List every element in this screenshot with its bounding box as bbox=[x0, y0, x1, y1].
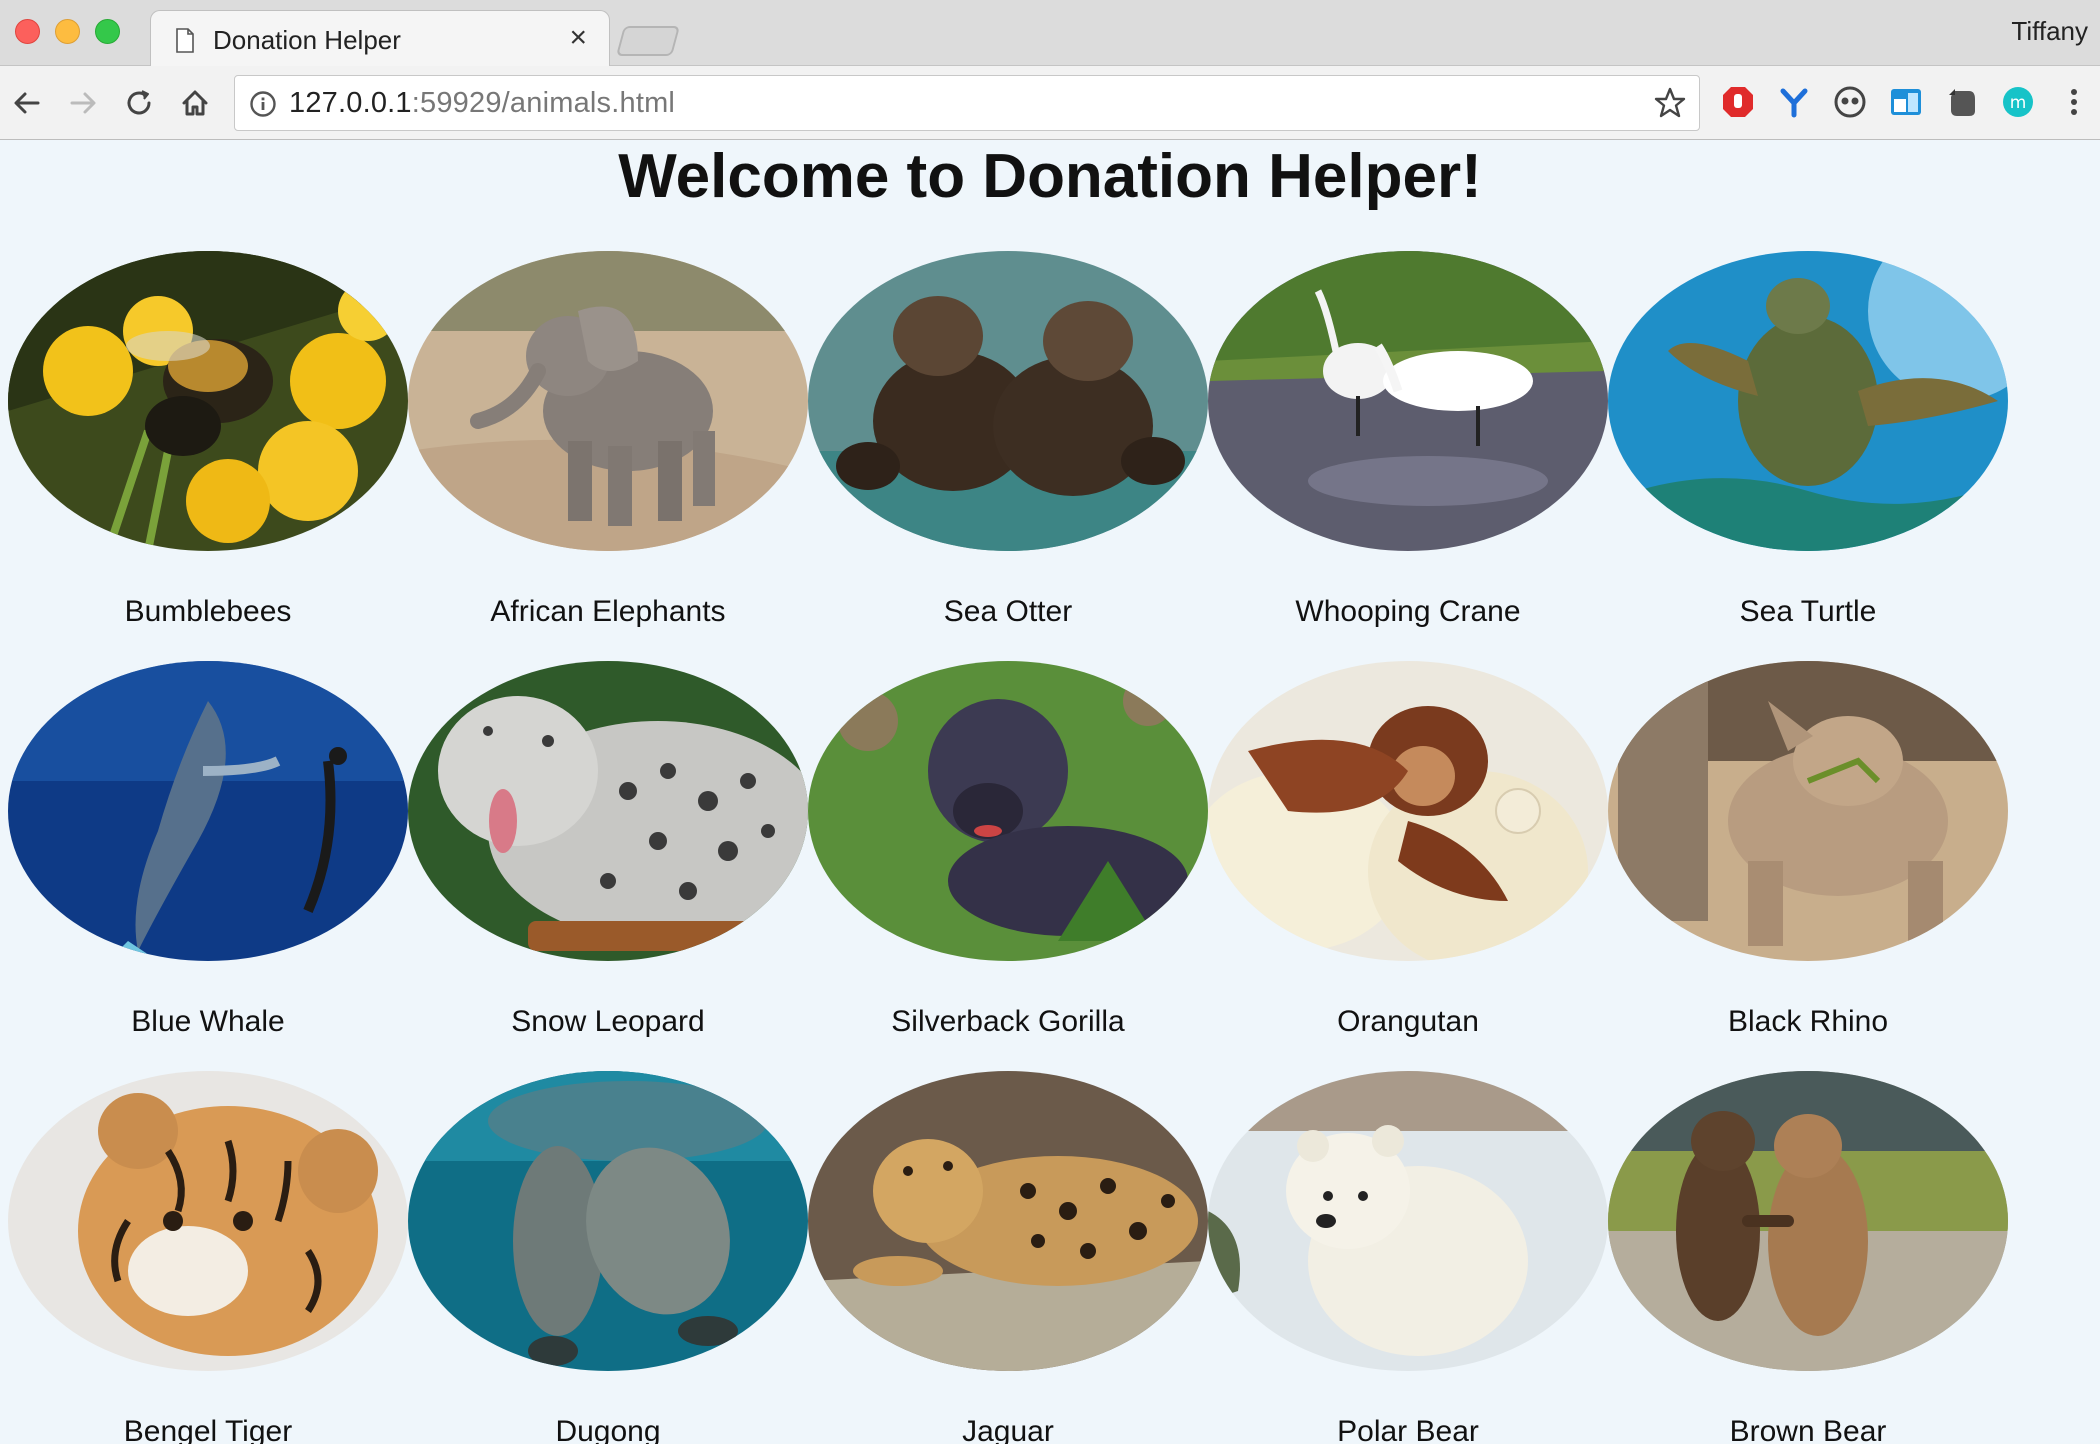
animal-name: Whooping Crane bbox=[1295, 595, 1521, 628]
star-icon[interactable] bbox=[1653, 86, 1687, 120]
brown-bear-photo[interactable] bbox=[1608, 1071, 2008, 1371]
svg-text:m: m bbox=[2010, 93, 2027, 113]
bengal-tiger-photo[interactable] bbox=[8, 1071, 408, 1371]
african-elephant-photo[interactable] bbox=[408, 251, 808, 551]
evernote-extension-icon[interactable] bbox=[1944, 84, 1980, 120]
page-viewport: Welcome to Donation Helper! Bumblebees A… bbox=[0, 141, 2100, 1444]
animal-name: Black Rhino bbox=[1727, 1005, 1889, 1038]
reload-icon bbox=[127, 90, 151, 115]
m-extension-icon[interactable]: m bbox=[2000, 84, 2036, 120]
black-rhino-photo[interactable] bbox=[1608, 661, 2008, 961]
sea-otter-photo[interactable] bbox=[808, 251, 1208, 551]
window-extension-icon[interactable] bbox=[1888, 84, 1924, 120]
animal-card-whooping-crane[interactable]: Whooping Crane bbox=[1208, 251, 1608, 651]
jaguar-photo[interactable] bbox=[808, 1071, 1208, 1371]
window-close-button[interactable] bbox=[15, 19, 40, 44]
whooping-crane-photo[interactable] bbox=[1208, 251, 1608, 551]
animal-name: Bengel Tiger bbox=[123, 1415, 293, 1444]
animal-card-brown-bear[interactable]: Brown Bear bbox=[1608, 1071, 2008, 1444]
window-maximize-button[interactable] bbox=[95, 19, 120, 44]
arrow-left-icon bbox=[14, 92, 40, 114]
url-path: :59929/animals.html bbox=[411, 87, 676, 119]
gorilla-photo[interactable] bbox=[808, 661, 1208, 961]
adblock-extension-icon[interactable] bbox=[1720, 84, 1756, 120]
animal-name: Snow Leopard bbox=[511, 1005, 705, 1038]
orangutan-photo[interactable] bbox=[1208, 661, 1608, 961]
polar-bear-photo[interactable] bbox=[1208, 1071, 1608, 1371]
animal-card-sea-otter[interactable]: Sea Otter bbox=[808, 251, 1208, 651]
animal-card-polar-bear[interactable]: Polar Bear bbox=[1208, 1071, 1608, 1444]
address-bar[interactable]: 127.0.0.1:59929/animals.html bbox=[234, 75, 1700, 131]
home-button[interactable] bbox=[174, 82, 216, 124]
url-host: 127.0.0.1 bbox=[289, 87, 412, 119]
back-button[interactable] bbox=[6, 82, 48, 124]
animal-card-silverback-gorilla[interactable]: Silverback Gorilla bbox=[808, 661, 1208, 1061]
home-icon bbox=[182, 90, 208, 116]
reload-button[interactable] bbox=[118, 82, 160, 124]
blue-whale-photo[interactable] bbox=[8, 661, 408, 961]
animal-card-dugong[interactable]: Dugong bbox=[408, 1071, 808, 1444]
animal-card-snow-leopard[interactable]: Snow Leopard bbox=[408, 661, 808, 1061]
animal-card-black-rhino[interactable]: Black Rhino bbox=[1608, 661, 2008, 1061]
sea-turtle-photo[interactable] bbox=[1608, 251, 2008, 551]
animal-name: Orangutan bbox=[1337, 1005, 1479, 1038]
browser-tab[interactable]: Donation Helper × bbox=[150, 10, 610, 67]
animal-name: Sea Turtle bbox=[1739, 595, 1877, 628]
animal-card-sea-turtle[interactable]: Sea Turtle bbox=[1608, 251, 2008, 651]
bumblebee-photo[interactable] bbox=[8, 251, 408, 551]
animal-card-blue-whale[interactable]: Blue Whale bbox=[8, 661, 408, 1061]
url-text[interactable]: 127.0.0.1:59929/animals.html bbox=[289, 87, 675, 120]
animal-name: Polar Bear bbox=[1337, 1415, 1479, 1444]
animal-name: Sea Otter bbox=[943, 595, 1073, 628]
page-icon bbox=[176, 28, 194, 53]
arrow-right-icon bbox=[70, 92, 96, 114]
page-title: Welcome to Donation Helper! bbox=[618, 142, 1482, 211]
new-tab-button[interactable] bbox=[615, 26, 681, 56]
animal-card-orangutan[interactable]: Orangutan bbox=[1208, 661, 1608, 1061]
animal-card-bumblebees[interactable]: Bumblebees bbox=[8, 251, 408, 651]
animal-name: African Elephants bbox=[490, 595, 726, 628]
forward-button[interactable] bbox=[62, 82, 104, 124]
dugong-photo[interactable] bbox=[408, 1071, 808, 1371]
menu-icon[interactable] bbox=[2056, 84, 2092, 120]
quote-extension-icon[interactable] bbox=[1832, 84, 1868, 120]
profile-name[interactable]: Tiffany bbox=[2011, 16, 2088, 47]
tab-title: Donation Helper bbox=[213, 25, 401, 55]
animal-name: Dugong bbox=[555, 1415, 661, 1444]
animal-card-bengel-tiger[interactable]: Bengel Tiger bbox=[8, 1071, 408, 1444]
window-minimize-button[interactable] bbox=[55, 19, 80, 44]
animal-name: Brown Bear bbox=[1729, 1415, 1887, 1444]
animal-card-african-elephants[interactable]: African Elephants bbox=[408, 251, 808, 651]
browser-toolbar: 127.0.0.1:59929/animals.html m bbox=[0, 66, 2100, 140]
tab-close-icon[interactable]: × bbox=[569, 21, 587, 54]
animal-name: Bumblebees bbox=[124, 595, 292, 628]
animal-name: Silverback Gorilla bbox=[891, 1005, 1125, 1038]
animal-card-jaguar[interactable]: Jaguar bbox=[808, 1071, 1208, 1444]
animal-name: Blue Whale bbox=[131, 1005, 285, 1038]
browser-titlebar: Donation Helper × Tiffany bbox=[0, 0, 2100, 67]
y-extension-icon[interactable] bbox=[1776, 84, 1812, 120]
snow-leopard-photo[interactable] bbox=[408, 661, 808, 961]
info-icon[interactable] bbox=[249, 90, 277, 118]
animal-name: Jaguar bbox=[962, 1415, 1054, 1444]
